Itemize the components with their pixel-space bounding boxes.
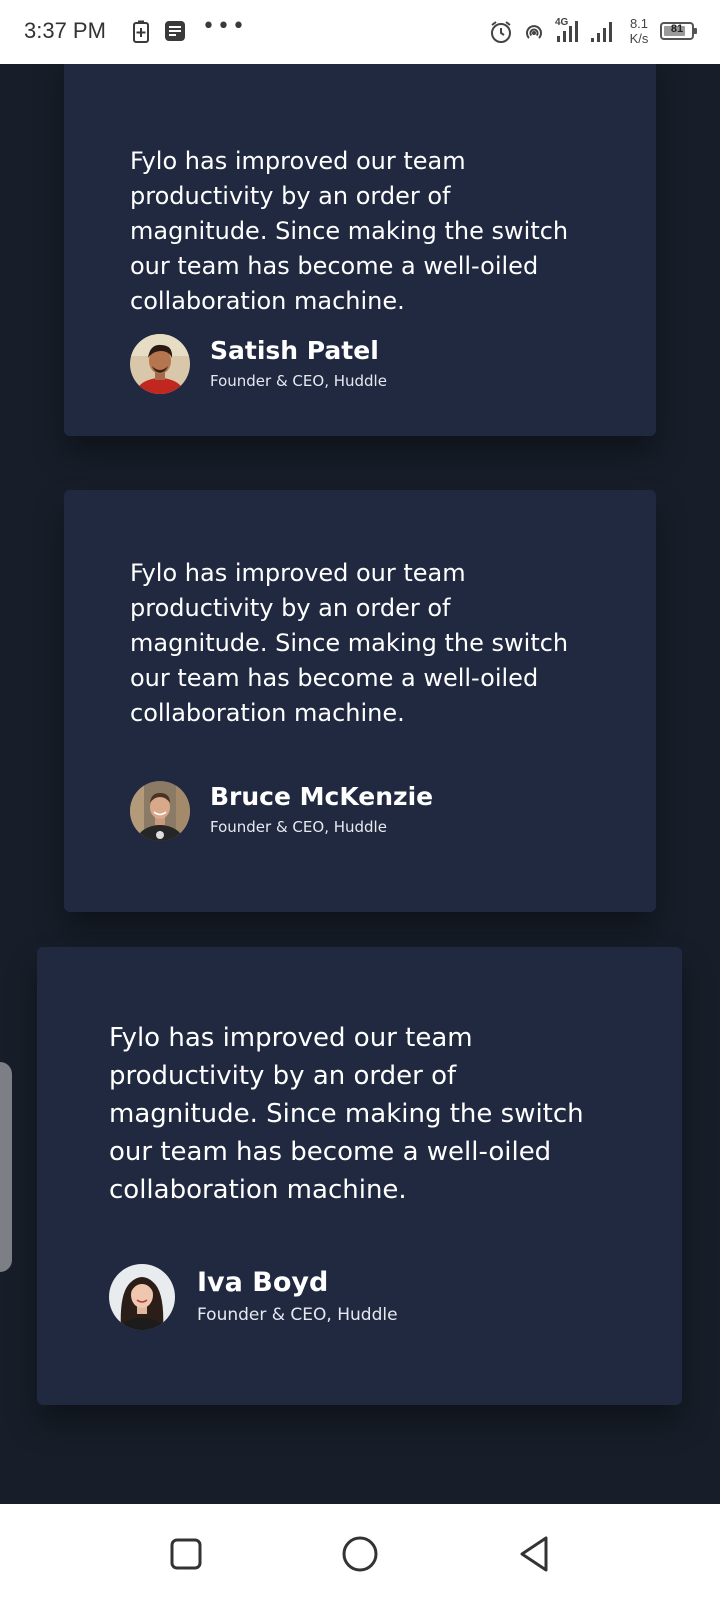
battery-percentage: 81 — [670, 23, 684, 35]
navigation-bar — [0, 1504, 720, 1600]
testimonial-author-name: Satish Patel — [210, 336, 379, 365]
battery-saver-icon — [132, 20, 150, 48]
svg-text:4G: 4G — [555, 17, 569, 28]
testimonial-author-name: Bruce McKenzie — [210, 782, 434, 811]
testimonial-author-role: Founder & CEO, Huddle — [210, 372, 387, 390]
battery-icon: 81 — [660, 22, 697, 40]
status-bar: 3:37 PM ••• 4G 8.1 K/s 81 — [0, 0, 720, 64]
testimonial-quote: Fylo has improved our team productivity … — [109, 1023, 584, 1205]
notes-icon — [164, 20, 186, 46]
testimonial-author-name: Iva Boyd — [197, 1267, 329, 1298]
back-triangle-icon[interactable] — [514, 1532, 558, 1576]
network-speed-value: 8.1 — [629, 16, 649, 31]
testimonial-quote: Fylo has improved our team productivity … — [130, 147, 569, 315]
avatar — [130, 334, 190, 394]
network-speed-unit: K/s — [629, 31, 649, 46]
testimonial-author-role: Founder & CEO, Huddle — [197, 1305, 398, 1325]
more-notifications-icon: ••• — [202, 14, 247, 39]
testimonials-section: Fylo has improved our team productivity … — [0, 64, 720, 1504]
testimonial-card: Fylo has improved our team productivity … — [37, 947, 682, 1405]
signal-4g-icon: 4G — [555, 16, 585, 48]
recents-square-icon[interactable] — [164, 1532, 208, 1576]
status-time: 3:37 PM — [24, 18, 106, 43]
edge-panel-handle[interactable] — [0, 1062, 12, 1272]
alarm-icon — [489, 20, 513, 48]
hotspot-icon — [522, 20, 546, 48]
avatar — [130, 781, 190, 841]
avatar — [109, 1264, 175, 1330]
home-circle-icon[interactable] — [338, 1532, 382, 1576]
testimonial-card: Fylo has improved our team productivity … — [64, 490, 656, 912]
testimonial-card: Fylo has improved our team productivity … — [64, 64, 656, 436]
testimonial-author-role: Founder & CEO, Huddle — [210, 818, 387, 836]
signal-icon — [590, 18, 616, 48]
network-speed: 8.1 K/s — [624, 16, 654, 46]
testimonial-quote: Fylo has improved our team productivity … — [130, 559, 569, 727]
